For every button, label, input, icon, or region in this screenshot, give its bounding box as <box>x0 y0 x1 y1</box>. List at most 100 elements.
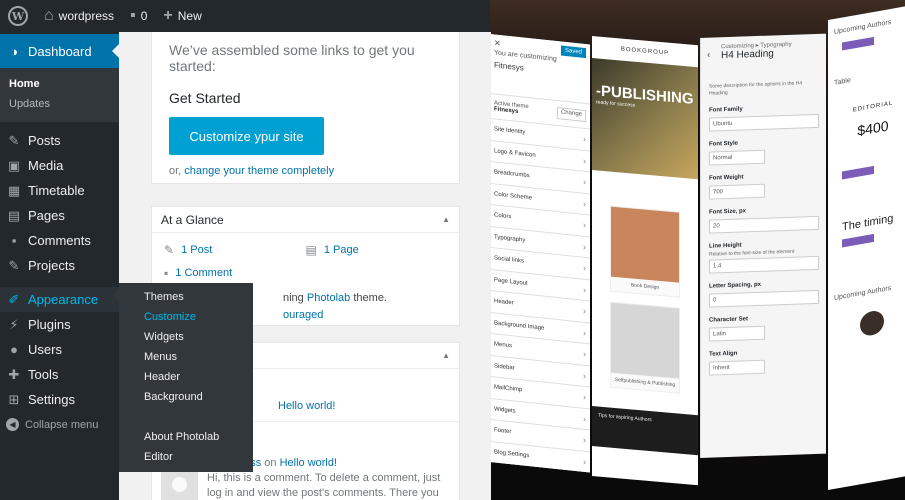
section-description: Some description for the options in the … <box>709 80 803 97</box>
collapse-menu-label: Collapse menu <box>25 418 99 431</box>
menu-posts-label: Posts <box>28 133 61 148</box>
collapse-arrow-icon: ◀ <box>6 418 19 431</box>
flyout-background[interactable]: Background <box>119 387 253 407</box>
purple-button <box>842 233 874 248</box>
user-icon: ● <box>10 342 18 357</box>
menu-timetable[interactable]: ▦ Timetable <box>0 178 119 203</box>
menu-tools[interactable]: ✚ Tools <box>0 362 119 387</box>
post-count-link[interactable]: ✎ 1 Post <box>164 243 306 257</box>
collapse-toggle-icon[interactable]: ▲ <box>442 351 450 360</box>
menu-dashboard[interactable]: ◑ Dashboard <box>0 34 119 68</box>
page-count-link[interactable]: ▤ 1 Page <box>306 243 448 257</box>
menu-media[interactable]: ▣ Media <box>0 153 119 178</box>
submenu-home[interactable]: Home <box>0 74 119 94</box>
plug-icon: ⚡ <box>9 316 19 332</box>
recent-post-link[interactable]: Hello world! <box>278 400 335 412</box>
comment-icon: ▪ <box>164 266 169 280</box>
charset-label: Character Set <box>709 316 749 324</box>
collapse-menu-button[interactable]: ◀ Collapse menu <box>0 412 119 437</box>
welcome-intro: We’ve assembled some links to get you st… <box>169 42 415 74</box>
menu-projects[interactable]: ✎ Projects <box>0 253 119 278</box>
pricing-preview: Upcoming Authors Table EDITORIAL $400 Th… <box>828 4 905 490</box>
at-a-glance-title: At a Glance <box>161 212 224 227</box>
avatar <box>161 471 198 500</box>
flyout-widgets[interactable]: Widgets <box>119 327 253 347</box>
pushpin-icon: ✎ <box>164 243 175 257</box>
book-design-card: Book Design <box>610 205 680 298</box>
flyout-header[interactable]: Header <box>119 367 253 387</box>
appearance-flyout-menu: Themes Customize Widgets Menus Header Ba… <box>113 283 253 472</box>
pushpin-icon: ✎ <box>8 257 20 273</box>
theme-preview: BOOKGROUP -PUBLISHING ready for success B… <box>592 36 698 486</box>
plan-name: EDITORIAL <box>852 100 894 114</box>
new-label: New <box>177 9 202 23</box>
comments-link[interactable]: ▪ 0 <box>122 0 155 32</box>
letter-spacing-label: Letter Spacing, px <box>709 281 762 290</box>
plan-price: $400 <box>857 117 889 139</box>
theme-name-link[interactable]: Photolab <box>307 292 350 304</box>
comment-on-label: on <box>264 457 277 469</box>
dark-footer-caption: Tips for aspiring Authors <box>592 406 698 456</box>
home-icon: ⌂ <box>44 7 54 24</box>
font-style-label: Font Style <box>709 140 739 148</box>
customizer-preview-collage: Saved ✕ You are customizing Fitnesys Act… <box>490 0 905 500</box>
pages-icon: ▤ <box>7 207 21 223</box>
author-photo <box>860 309 884 338</box>
customize-site-button[interactable]: Customize ypur site <box>169 117 324 155</box>
comment-post-link[interactable]: Hello world! <box>280 457 337 469</box>
site-name-link[interactable]: ⌂ wordpress <box>36 0 122 32</box>
menu-comments[interactable]: ▪ Comments <box>0 228 119 253</box>
menu-users[interactable]: ● Users <box>0 337 119 362</box>
flyout-customize[interactable]: Customize <box>119 307 253 327</box>
flyout-menus[interactable]: Menus <box>119 347 253 367</box>
theme-suffix: theme. <box>353 292 387 304</box>
at-a-glance-header[interactable]: At a Glance ▲ <box>152 207 459 233</box>
pushpin-icon: ✎ <box>8 132 20 148</box>
or-prefix: or, <box>169 165 182 177</box>
font-weight-label: Font Weight <box>709 174 744 182</box>
authors-title: Upcoming Authors <box>834 284 892 302</box>
comment-count-link[interactable]: ▪ 1 Comment <box>164 266 309 280</box>
post-count-label: 1 Post <box>181 244 213 256</box>
collapse-toggle-icon[interactable]: ▲ <box>442 215 450 224</box>
plus-icon: + <box>163 7 173 24</box>
menu-timetable-label: Timetable <box>28 183 85 198</box>
menu-comments-label: Comments <box>28 233 91 248</box>
comment-icon: ▪ <box>11 233 17 248</box>
flyout-about-theme[interactable]: About Photolab <box>119 427 253 447</box>
submenu-updates[interactable]: Updates <box>0 94 119 114</box>
wp-logo-menu[interactable]: W <box>0 0 36 32</box>
menu-settings[interactable]: ⊞ Settings <box>0 387 119 412</box>
admin-bar: W ⌂ wordpress ▪ 0 + New <box>0 0 490 32</box>
comment-count-label: 1 Comment <box>175 267 233 279</box>
menu-plugins[interactable]: ⚡ Plugins <box>0 312 119 337</box>
menu-appearance[interactable]: ✐ Appearance <box>0 287 119 312</box>
menu-tools-label: Tools <box>28 367 59 382</box>
comments-count: 0 <box>140 9 148 23</box>
media-icon: ▣ <box>7 157 21 173</box>
flyout-editor[interactable]: Editor <box>119 447 253 467</box>
site-name: wordpress <box>58 9 115 23</box>
menu-dashboard-label: Dashboard <box>28 43 92 59</box>
customizer-sidebar-preview: Saved ✕ You are customizing Fitnesys Act… <box>490 34 590 473</box>
settings-icon: ⊞ <box>8 391 20 407</box>
new-content-link[interactable]: + New <box>155 0 209 32</box>
wordpress-logo-icon: W <box>8 6 28 26</box>
back-arrow-icon: ‹ <box>707 49 711 61</box>
change-theme-link[interactable]: change your theme completely <box>184 165 334 177</box>
paintbrush-icon: ✐ <box>8 291 20 307</box>
menu-users-label: Users <box>28 342 62 357</box>
welcome-panel: We’ve assembled some links to get you st… <box>151 32 460 184</box>
customizer-sections: Site IdentityLogo & FaviconBreadcrumbsCo… <box>490 119 590 473</box>
page-count-label: 1 Page <box>323 244 359 256</box>
menu-media-label: Media <box>28 158 64 173</box>
menu-appearance-label: Appearance <box>28 292 99 307</box>
menu-pages[interactable]: ▤ Pages <box>0 203 119 228</box>
font-size-label: Font Size, px <box>709 208 747 216</box>
menu-posts[interactable]: ✎ Posts <box>0 128 119 153</box>
menu-projects-label: Projects <box>28 258 75 273</box>
comment-bubble-icon: ▪ <box>130 7 136 24</box>
flyout-themes[interactable]: Themes <box>119 287 253 307</box>
change-theme-button: Change <box>556 107 586 123</box>
menu-plugins-label: Plugins <box>28 317 71 332</box>
